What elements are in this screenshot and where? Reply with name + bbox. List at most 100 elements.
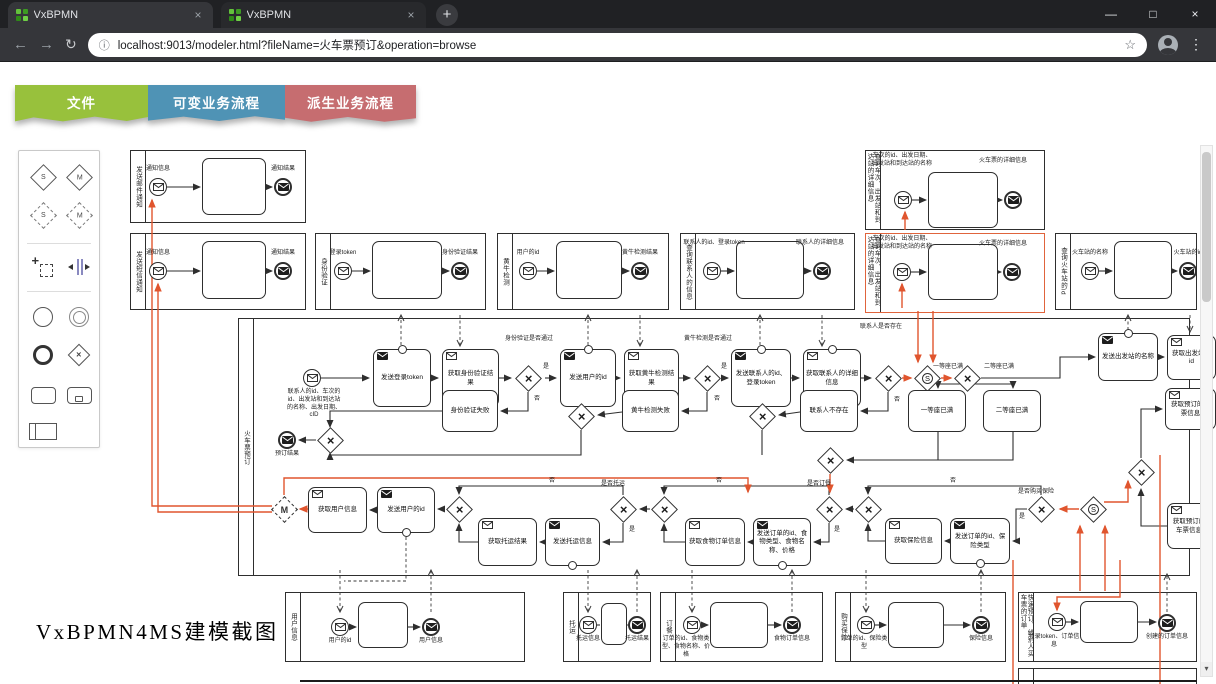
boundary-event[interactable] (402, 528, 411, 537)
bpmn-task[interactable]: 二等座已满 (983, 390, 1041, 432)
bpmn-task[interactable]: 一等座已满 (908, 390, 966, 432)
bpmn-end-event[interactable] (1179, 262, 1197, 280)
info-icon[interactable]: ⓘ (99, 37, 110, 53)
profile-avatar[interactable] (1158, 35, 1178, 55)
palette-m-gateway[interactable]: M (65, 163, 93, 191)
bpmn-start-event[interactable] (149, 262, 167, 280)
bpmn-end-event[interactable] (628, 616, 646, 634)
bpmn-task[interactable]: 发送订单的id、食物类型、食物名称、价格 (753, 518, 811, 566)
bpmn-start-event[interactable] (334, 262, 352, 280)
bpmn-task[interactable]: 获取食物订单信息 (685, 518, 745, 566)
bpmn-task[interactable]: 身份验证失败 (442, 390, 498, 432)
bpmn-start-event[interactable] (894, 191, 912, 209)
palette-s-gateway-dashed[interactable]: S (29, 201, 57, 229)
bpmn-end-event[interactable] (274, 178, 292, 196)
palette-lasso-tool[interactable]: + (29, 253, 57, 281)
bpmn-task[interactable]: 发送登录token (373, 349, 431, 407)
bpmn-end-event[interactable] (451, 262, 469, 280)
palette-subprocess[interactable] (65, 381, 93, 409)
boundary-event[interactable] (828, 345, 837, 354)
bpmn-task[interactable]: 发送联系人的id、登录token (731, 349, 791, 407)
bpmn-end-event[interactable] (1004, 191, 1022, 209)
minimize-button[interactable]: — (1090, 7, 1132, 21)
bpmn-end-event[interactable] (783, 616, 801, 634)
canvas-scrollbar[interactable]: ▾ (1200, 145, 1213, 677)
start-event-icon (33, 307, 53, 327)
bpmn-task[interactable] (736, 241, 804, 299)
ribbon-tab-variable-process[interactable]: 可变业务流程 (148, 85, 285, 125)
bpmn-end-event[interactable] (972, 616, 990, 634)
bpmn-start-event[interactable] (1081, 262, 1099, 280)
bpmn-task[interactable]: 发送出发站的名称 (1098, 333, 1158, 381)
close-button[interactable]: × (1174, 7, 1216, 21)
address-bar[interactable]: ⓘ localhost:9013/modeler.html?fileName=火… (88, 33, 1147, 57)
bpmn-task[interactable]: 黄牛检测失败 (622, 390, 679, 432)
bpmn-task[interactable] (710, 602, 768, 648)
boundary-event[interactable] (398, 345, 407, 354)
tab-close-icon[interactable]: × (191, 8, 205, 22)
ribbon-tab-file[interactable]: 文件 (15, 85, 148, 125)
palette-space-tool[interactable] (65, 253, 93, 281)
bpmn-task[interactable] (888, 602, 944, 648)
bpmn-task[interactable] (928, 172, 998, 228)
receive-message-icon (689, 521, 700, 529)
bpmn-start-event[interactable] (149, 178, 167, 196)
bpmn-start-event[interactable] (683, 616, 701, 634)
browser-tab-2[interactable]: VxBPMN × (221, 2, 426, 28)
boundary-event[interactable] (757, 345, 766, 354)
palette-start-event[interactable] (29, 303, 57, 331)
browser-menu-icon[interactable]: ⋮ (1189, 36, 1203, 53)
tab-close-icon[interactable]: × (404, 8, 418, 22)
bpmn-start-event[interactable] (579, 616, 597, 634)
message-icon (897, 268, 908, 276)
bpmn-end-event[interactable] (631, 262, 649, 280)
bpmn-start-event[interactable] (331, 618, 349, 636)
bpmn-end-event[interactable] (422, 618, 440, 636)
boundary-event[interactable] (568, 561, 577, 570)
boundary-event[interactable] (778, 561, 787, 570)
bpmn-start-event[interactable] (703, 262, 721, 280)
new-tab-button[interactable]: + (436, 4, 458, 26)
boundary-event[interactable] (976, 559, 985, 568)
bpmn-end-event[interactable] (278, 431, 296, 449)
scrollbar-down-icon[interactable]: ▾ (1201, 662, 1212, 676)
bpmn-task[interactable]: 发送订单的id、保险类型 (950, 518, 1010, 564)
bpmn-task[interactable]: 发送用户的id (377, 487, 435, 533)
bpmn-task[interactable] (928, 244, 998, 300)
bpmn-task[interactable]: 联系人不存在 (800, 390, 858, 432)
maximize-button[interactable]: □ (1132, 7, 1174, 21)
bpmn-start-event[interactable] (893, 263, 911, 281)
bpmn-start-event[interactable] (303, 369, 321, 387)
palette-intermediate-event[interactable] (65, 303, 93, 331)
back-icon[interactable]: ← (13, 36, 28, 53)
boundary-event[interactable] (1124, 329, 1133, 338)
palette-m-gateway-dashed[interactable]: M (65, 201, 93, 229)
bpmn-task[interactable]: 获取用户信息 (308, 487, 367, 533)
bpmn-task[interactable]: 获取保险信息 (885, 518, 942, 564)
palette-pool[interactable] (29, 417, 57, 445)
bookmark-star-icon[interactable]: ☆ (1124, 37, 1136, 53)
bpmn-end-event[interactable] (813, 262, 831, 280)
bpmn-task[interactable]: 获取托运结果 (478, 518, 537, 566)
palette-gateway[interactable]: × (65, 341, 93, 369)
bpmn-task[interactable]: 发送托运信息 (545, 518, 600, 566)
bpmn-task[interactable]: 发送用户的id (560, 349, 616, 407)
ribbon-tab-derived-process[interactable]: 派生业务流程 (285, 85, 416, 125)
message-icon (787, 621, 798, 629)
scrollbar-thumb[interactable] (1202, 152, 1211, 302)
bpmn-end-event[interactable] (274, 262, 292, 280)
bpmn-canvas[interactable]: VxBPMN × VxBPMN × + — □ × ← → ↻ ⓘ localh… (0, 0, 1216, 684)
palette-task[interactable] (29, 381, 57, 409)
palette-end-event[interactable] (29, 341, 57, 369)
reload-icon[interactable]: ↻ (65, 36, 77, 53)
bpmn-end-event[interactable] (1158, 614, 1176, 632)
bpmn-start-event[interactable] (1048, 613, 1066, 631)
forward-icon[interactable]: → (39, 36, 54, 53)
palette-s-gateway[interactable]: S (29, 163, 57, 191)
bpmn-start-event[interactable] (519, 262, 537, 280)
bpmn-end-event[interactable] (1003, 263, 1021, 281)
boundary-event[interactable] (584, 345, 593, 354)
browser-tab-1[interactable]: VxBPMN × (8, 2, 213, 28)
bpmn-task[interactable] (1080, 601, 1138, 643)
bpmn-start-event[interactable] (857, 616, 875, 634)
